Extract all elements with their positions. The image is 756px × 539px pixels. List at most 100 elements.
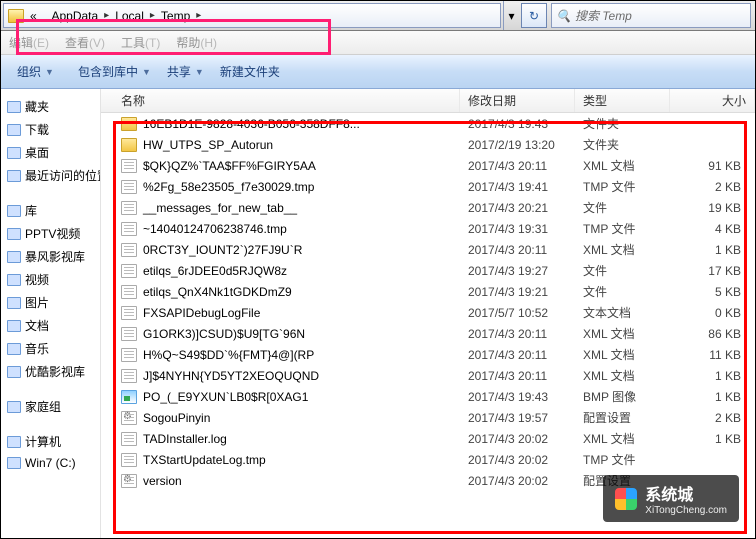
sidebar-item-label: PPTV视频 <box>25 225 80 242</box>
table-row[interactable]: SogouPinyin2017/4/3 19:57配置设置2 KB <box>101 407 755 428</box>
table-row[interactable]: ~14040124706238746.tmp 2017/4/3 19:31TMP … <box>101 218 755 239</box>
file-name: ~14040124706238746.tmp <box>143 222 287 236</box>
search-icon: 🔍 <box>556 9 571 23</box>
folder-icon <box>7 274 21 286</box>
sidebar-item[interactable]: 文档 <box>1 314 100 337</box>
organize-button[interactable]: 组织▼ <box>9 60 62 83</box>
table-row[interactable]: __messages_for_new_tab__2017/4/3 20:21文件… <box>101 197 755 218</box>
sidebar-item-label: 优酷影视库 <box>25 363 85 380</box>
file-name: __messages_for_new_tab__ <box>143 201 297 215</box>
sidebar-item[interactable]: 藏夹 <box>1 95 100 118</box>
file-date: 2017/4/3 20:11 <box>460 243 575 257</box>
xml-icon <box>121 159 137 173</box>
search-input[interactable]: 🔍 搜索 Temp <box>551 3 751 28</box>
chevron-right-icon[interactable]: ▸ <box>150 10 155 21</box>
file-type: 文件 <box>575 199 670 216</box>
breadcrumb-prefix: « <box>30 9 37 23</box>
menu-view[interactable]: 查看(V) <box>65 34 105 51</box>
file-type: XML 文档 <box>575 430 670 447</box>
xml-icon <box>121 432 137 446</box>
file-type: 文件夹 <box>575 115 670 132</box>
folder-icon <box>7 124 21 136</box>
refresh-button[interactable]: ↻ <box>521 3 547 28</box>
table-row[interactable]: PO_(_E9YXUN`LB0$R[0XAG12017/4/3 19:43BMP… <box>101 386 755 407</box>
file-size: 1 KB <box>670 432 755 446</box>
file-type: XML 文档 <box>575 367 670 384</box>
table-row[interactable]: etilqs_6rJDEE0d5RJQW8z2017/4/3 19:27文件17… <box>101 260 755 281</box>
breadcrumb-seg-0[interactable]: AppData <box>51 9 98 23</box>
file-type: XML 文档 <box>575 241 670 258</box>
menu-edit[interactable]: 编辑(E) <box>9 34 49 51</box>
sidebar-item[interactable]: Win7 (C:) <box>1 453 100 473</box>
share-button[interactable]: 共享▼ <box>159 60 212 83</box>
table-row[interactable]: TADInstaller.log 2017/4/3 20:02XML 文档1 KB <box>101 428 755 449</box>
xml-icon <box>121 243 137 257</box>
toolbar: 组织▼ 包含到库中▼ 共享▼ 新建文件夹 <box>1 55 755 89</box>
table-row[interactable]: H%Q~S49$DD`%{FMT}4@](RP2017/4/3 20:11XML… <box>101 344 755 365</box>
table-row[interactable]: 16EB1D1E-9828-4036-B056-358DFF8...2017/4… <box>101 113 755 134</box>
file-date: 2017/4/3 19:57 <box>460 411 575 425</box>
chevron-right-icon[interactable]: ▸ <box>104 10 109 21</box>
file-size: 2 KB <box>670 180 755 194</box>
sidebar-item[interactable]: 视频 <box>1 268 100 291</box>
file-size: 0 KB <box>670 306 755 320</box>
xml-icon <box>121 369 137 383</box>
sidebar-item-label: 最近访问的位置 <box>25 167 100 184</box>
table-row[interactable]: version2017/4/3 20:02配置设置 <box>101 470 755 491</box>
file-name: HW_UTPS_SP_Autorun <box>143 138 273 152</box>
file-type: 文本文档 <box>575 304 670 321</box>
file-size: 17 KB <box>670 264 755 278</box>
chevron-right-icon[interactable]: ▸ <box>196 10 201 21</box>
file-date: 2017/4/3 20:02 <box>460 474 575 488</box>
include-in-library-button[interactable]: 包含到库中▼ <box>70 60 159 83</box>
col-type[interactable]: 类型 <box>575 89 670 112</box>
new-folder-button[interactable]: 新建文件夹 <box>212 60 288 83</box>
sidebar-item[interactable]: 最近访问的位置 <box>1 164 100 187</box>
file-name: %2Fg_58e23505_f7e30029.tmp <box>143 180 314 194</box>
folder-icon <box>7 366 21 378</box>
menu-help[interactable]: 帮助(H) <box>176 34 217 51</box>
folder-icon <box>7 170 21 182</box>
file-size: 86 KB <box>670 327 755 341</box>
table-row[interactable]: G1ORK3)]CSUD)$U9[TG`96N2017/4/3 20:11XML… <box>101 323 755 344</box>
file-type: TMP 文件 <box>575 220 670 237</box>
col-size[interactable]: 大小 <box>670 89 755 112</box>
table-row[interactable]: $QK}QZ%`TAA$FF%FGIRY5AA2017/4/3 20:11XML… <box>101 155 755 176</box>
sidebar-item[interactable]: 库 <box>1 199 100 222</box>
sidebar-item[interactable]: 音乐 <box>1 337 100 360</box>
sidebar-item[interactable]: PPTV视频 <box>1 222 100 245</box>
file-type: 文件 <box>575 283 670 300</box>
txt-icon <box>121 306 137 320</box>
file-size: 2 KB <box>670 411 755 425</box>
table-row[interactable]: etilqs_QnX4Nk1tGDKDmZ92017/4/3 19:21文件5 … <box>101 281 755 302</box>
file-name: H%Q~S49$DD`%{FMT}4@](RP <box>143 348 314 362</box>
table-row[interactable]: HW_UTPS_SP_Autorun2017/2/19 13:20文件夹 <box>101 134 755 155</box>
file-name: etilqs_6rJDEE0d5RJQW8z <box>143 264 287 278</box>
sidebar-item[interactable]: 暴风影视库 <box>1 245 100 268</box>
table-row[interactable]: TXStartUpdateLog.tmp2017/4/3 20:02TMP 文件 <box>101 449 755 470</box>
sidebar-item[interactable]: 下载 <box>1 118 100 141</box>
file-date: 2017/4/3 19:31 <box>460 222 575 236</box>
col-date[interactable]: 修改日期 <box>460 89 575 112</box>
breadcrumb-seg-1[interactable]: Local <box>115 9 144 23</box>
tmp-icon <box>121 180 137 194</box>
address-history-dropdown[interactable]: ▾ <box>503 1 519 30</box>
address-bar[interactable]: « AppData ▸ Local ▸ Temp ▸ <box>3 3 501 28</box>
sidebar-item[interactable]: 计算机 <box>1 430 100 453</box>
table-row[interactable]: FXSAPIDebugLogFile2017/5/7 10:52文本文档0 KB <box>101 302 755 323</box>
table-row[interactable]: 0RCT3Y_IOUNT2`)27FJ9U`R2017/4/3 20:11XML… <box>101 239 755 260</box>
file-name: TADInstaller.log <box>143 432 227 446</box>
file-name: $QK}QZ%`TAA$FF%FGIRY5AA <box>143 159 316 173</box>
folder-icon <box>7 251 21 263</box>
sidebar-item[interactable]: 优酷影视库 <box>1 360 100 383</box>
sidebar-item[interactable]: 图片 <box>1 291 100 314</box>
table-row[interactable]: %2Fg_58e23505_f7e30029.tmp2017/4/3 19:41… <box>101 176 755 197</box>
menu-tools[interactable]: 工具(T) <box>121 34 160 51</box>
col-name[interactable]: 名称 <box>101 89 460 112</box>
folder-icon <box>7 320 21 332</box>
breadcrumb-seg-2[interactable]: Temp <box>161 9 190 23</box>
sidebar-item[interactable]: 家庭组 <box>1 395 100 418</box>
file-date: 2017/4/3 20:02 <box>460 432 575 446</box>
sidebar-item[interactable]: 桌面 <box>1 141 100 164</box>
table-row[interactable]: J]$4NYHN{YD5YT2XEOQUQND2017/4/3 20:11XML… <box>101 365 755 386</box>
